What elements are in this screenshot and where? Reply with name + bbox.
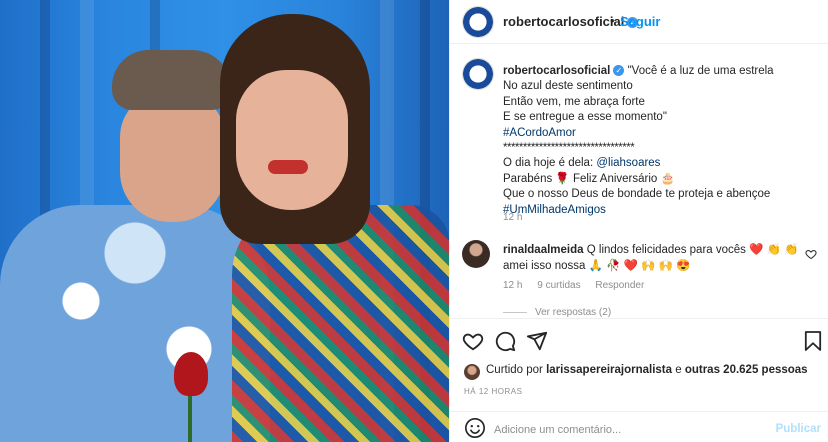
man-shirt xyxy=(0,205,270,442)
mention-link[interactable]: @liahsoares xyxy=(596,157,660,169)
share-icon[interactable] xyxy=(526,330,548,352)
replies-line xyxy=(503,311,527,313)
comment-likes[interactable]: 9 curtidas xyxy=(537,280,580,291)
heart-icon[interactable] xyxy=(462,330,484,352)
likes-summary: Curtido por larissapereirajornalista e o… xyxy=(486,364,808,376)
profile-avatar[interactable] xyxy=(462,6,494,38)
comment-text: rinaldaalmeida Q lindos felicidades para… xyxy=(503,242,803,274)
reply-button[interactable]: Responder xyxy=(595,280,644,291)
caption-avatar[interactable] xyxy=(462,58,494,90)
caption-username[interactable]: robertocarlosoficial xyxy=(503,65,610,77)
likes-others-link[interactable]: outras 20.625 pessoas xyxy=(685,364,808,376)
caption-line: Então vem, me abraça forte xyxy=(503,95,645,108)
header-username[interactable]: robertocarlosoficial ✓ xyxy=(503,14,639,29)
rose-flower xyxy=(174,352,208,396)
caption-line: E se entregue a esse momento" xyxy=(503,111,667,124)
caption-time[interactable]: 12 h xyxy=(503,212,522,223)
comment-icon[interactable] xyxy=(494,330,516,352)
rose-stem xyxy=(188,390,192,442)
caption-line: Que o nosso Deus de bondade te proteja e… xyxy=(503,188,771,201)
woman-smile xyxy=(268,160,308,174)
bookmark-icon[interactable] xyxy=(804,330,822,352)
caption-day-text: O dia hoje é dela: xyxy=(503,157,597,170)
hashtag-link[interactable]: #ACordoAmor xyxy=(503,126,817,141)
woman-face xyxy=(236,70,348,210)
likes-prefix: Curtido por xyxy=(486,364,547,376)
separator-dot: • xyxy=(610,13,615,28)
man-hair xyxy=(112,50,232,110)
caption-line: No azul deste sentimento xyxy=(503,80,633,93)
caption-text: robertocarlosoficial ✓ "Você é a luz de u… xyxy=(503,64,817,218)
follow-button[interactable]: Seguir xyxy=(620,14,660,29)
post-header: robertocarlosoficial ✓ • Seguir xyxy=(450,0,828,44)
likes-middle: e xyxy=(672,364,685,376)
hashtag-link[interactable]: #UmMilhadeAmigos xyxy=(503,203,817,218)
emoji-icon[interactable] xyxy=(464,417,486,439)
caption-line: "Você é a luz de uma estrela xyxy=(627,65,774,77)
post-photo[interactable] xyxy=(0,0,449,442)
caption-divider: ********************************* xyxy=(503,142,635,155)
username-text[interactable]: robertocarlosoficial xyxy=(503,14,624,29)
caption-line: O dia hoje é dela: @liahsoares xyxy=(503,156,817,171)
man-face xyxy=(120,92,225,222)
commenter-avatar[interactable] xyxy=(462,240,490,268)
comment-input[interactable]: Adicione um comentário... xyxy=(494,424,621,436)
post-actions-section: Curtido por larissapereirajornalista e o… xyxy=(450,318,828,442)
add-comment-bar: Adicione um comentário... Publicar xyxy=(450,411,828,442)
verified-badge-icon: ✓ xyxy=(613,65,625,77)
heart-icon[interactable] xyxy=(805,248,817,260)
view-replies-button[interactable]: Ver respostas (2) xyxy=(503,307,611,318)
comment-time[interactable]: 12 h xyxy=(503,280,522,291)
post-date[interactable]: HÁ 12 HORAS xyxy=(464,387,522,396)
liker-username[interactable]: larissapereirajornalista xyxy=(546,364,672,376)
commenter-username[interactable]: rinaldaalmeida xyxy=(503,244,584,256)
publish-button[interactable]: Publicar xyxy=(776,423,821,435)
view-replies-text[interactable]: Ver respostas (2) xyxy=(535,307,611,318)
liker-avatar[interactable] xyxy=(464,364,480,380)
comment-meta: 12 h 9 curtidas Responder xyxy=(503,280,656,291)
post-side-panel: robertocarlosoficial ✓ • Seguir robertoca… xyxy=(449,0,828,442)
caption-line: Parabéns 🌹 Feliz Aniversário 🎂 xyxy=(503,172,675,185)
